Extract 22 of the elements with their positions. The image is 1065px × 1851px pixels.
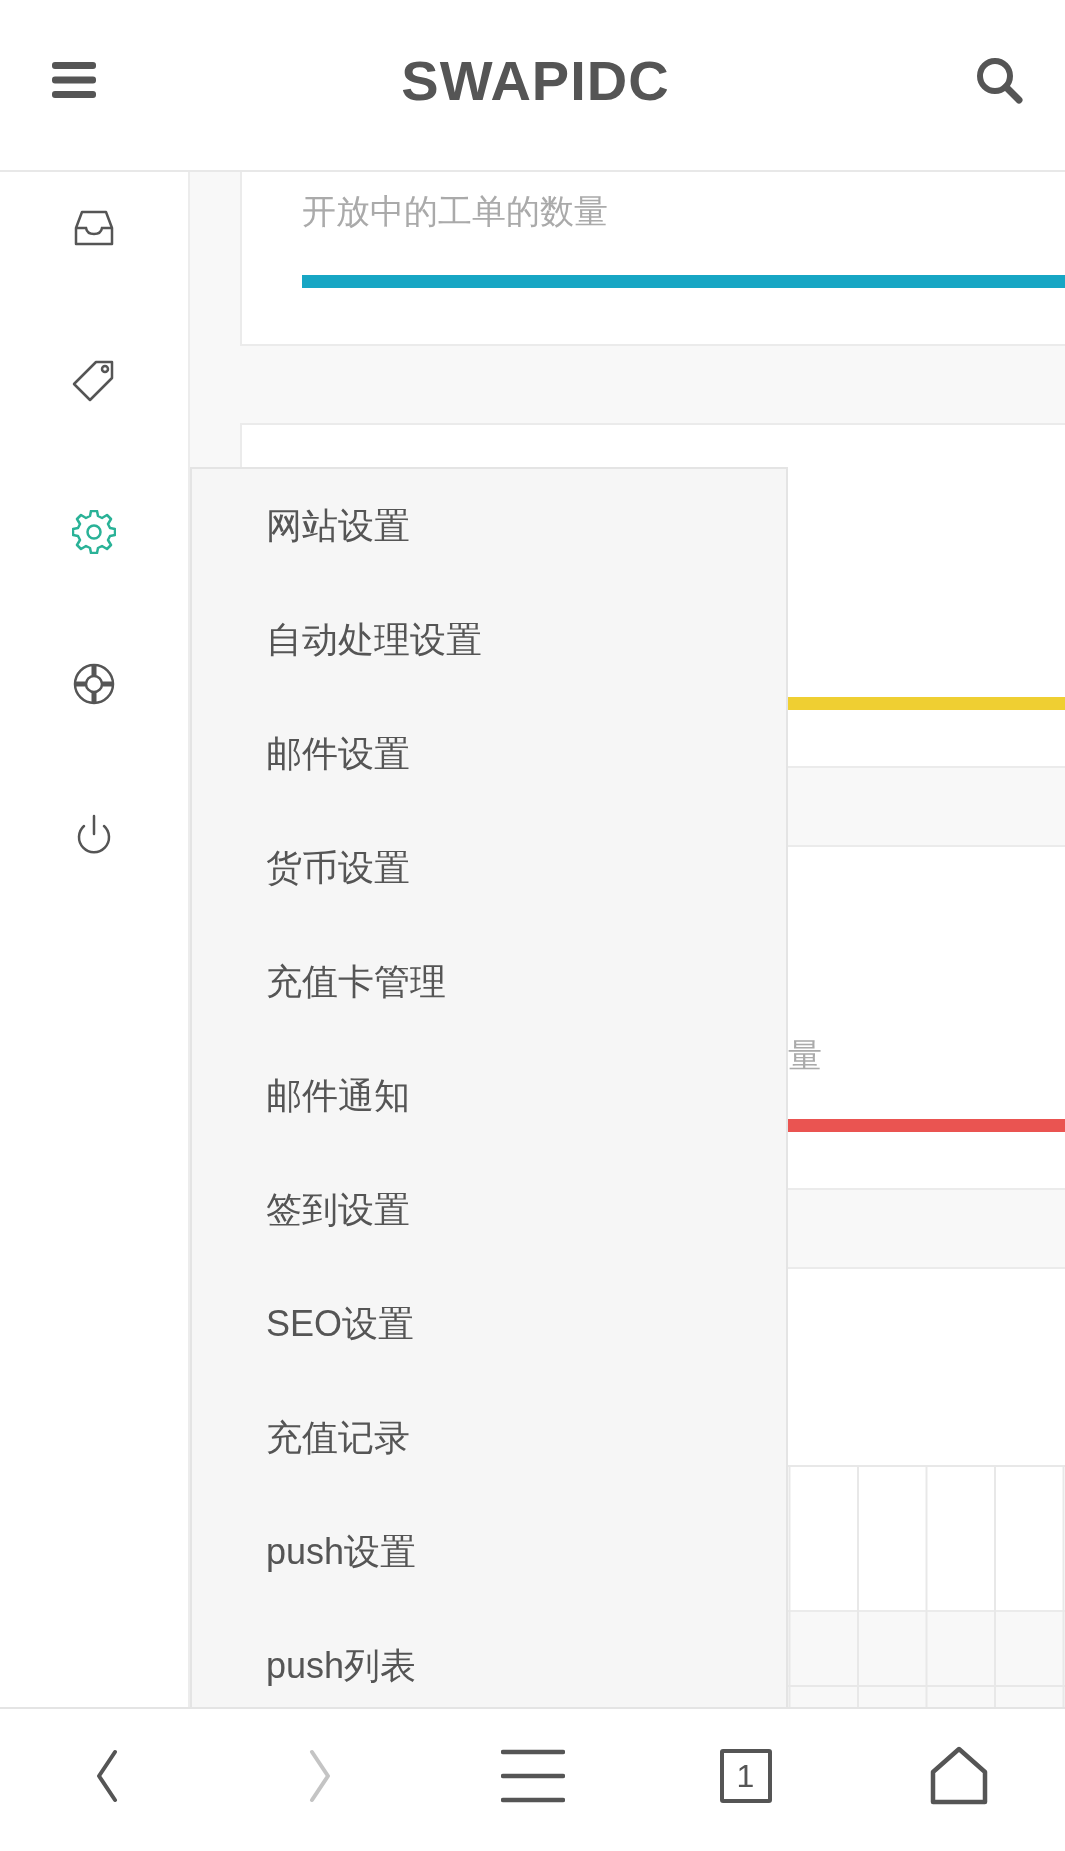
stat-label: 开放中的工单的数量 [302,192,608,230]
menu-item[interactable]: 签到设置 [192,1153,786,1267]
menu-icon[interactable] [52,62,96,98]
lifebuoy-icon[interactable] [72,662,116,706]
menu-item[interactable]: push设置 [192,1495,786,1609]
menu-item[interactable]: 自动处理设置 [192,583,786,697]
menu-item[interactable]: 网站设置 [192,469,786,583]
menu-item[interactable]: 充值记录 [192,1381,786,1495]
search-icon[interactable] [975,56,1023,104]
menu-item[interactable]: SEO设置 [192,1267,786,1381]
menu-item[interactable]: 邮件通知 [192,1039,786,1153]
menu-item[interactable]: 邮件设置 [192,697,786,811]
tabs-button[interactable]: 1 [719,1749,772,1803]
menu-item[interactable]: 货币设置 [192,811,786,925]
tag-icon[interactable] [72,358,116,402]
menu-item[interactable]: 充值卡管理 [192,925,786,1039]
site-title: SWAPIDC [401,47,670,113]
menu-item[interactable]: push列表 [192,1609,786,1707]
menu-icon[interactable] [500,1749,565,1803]
home-icon[interactable] [928,1746,989,1806]
settings-icon[interactable] [72,510,116,554]
stat-label: 量 [788,1036,822,1074]
